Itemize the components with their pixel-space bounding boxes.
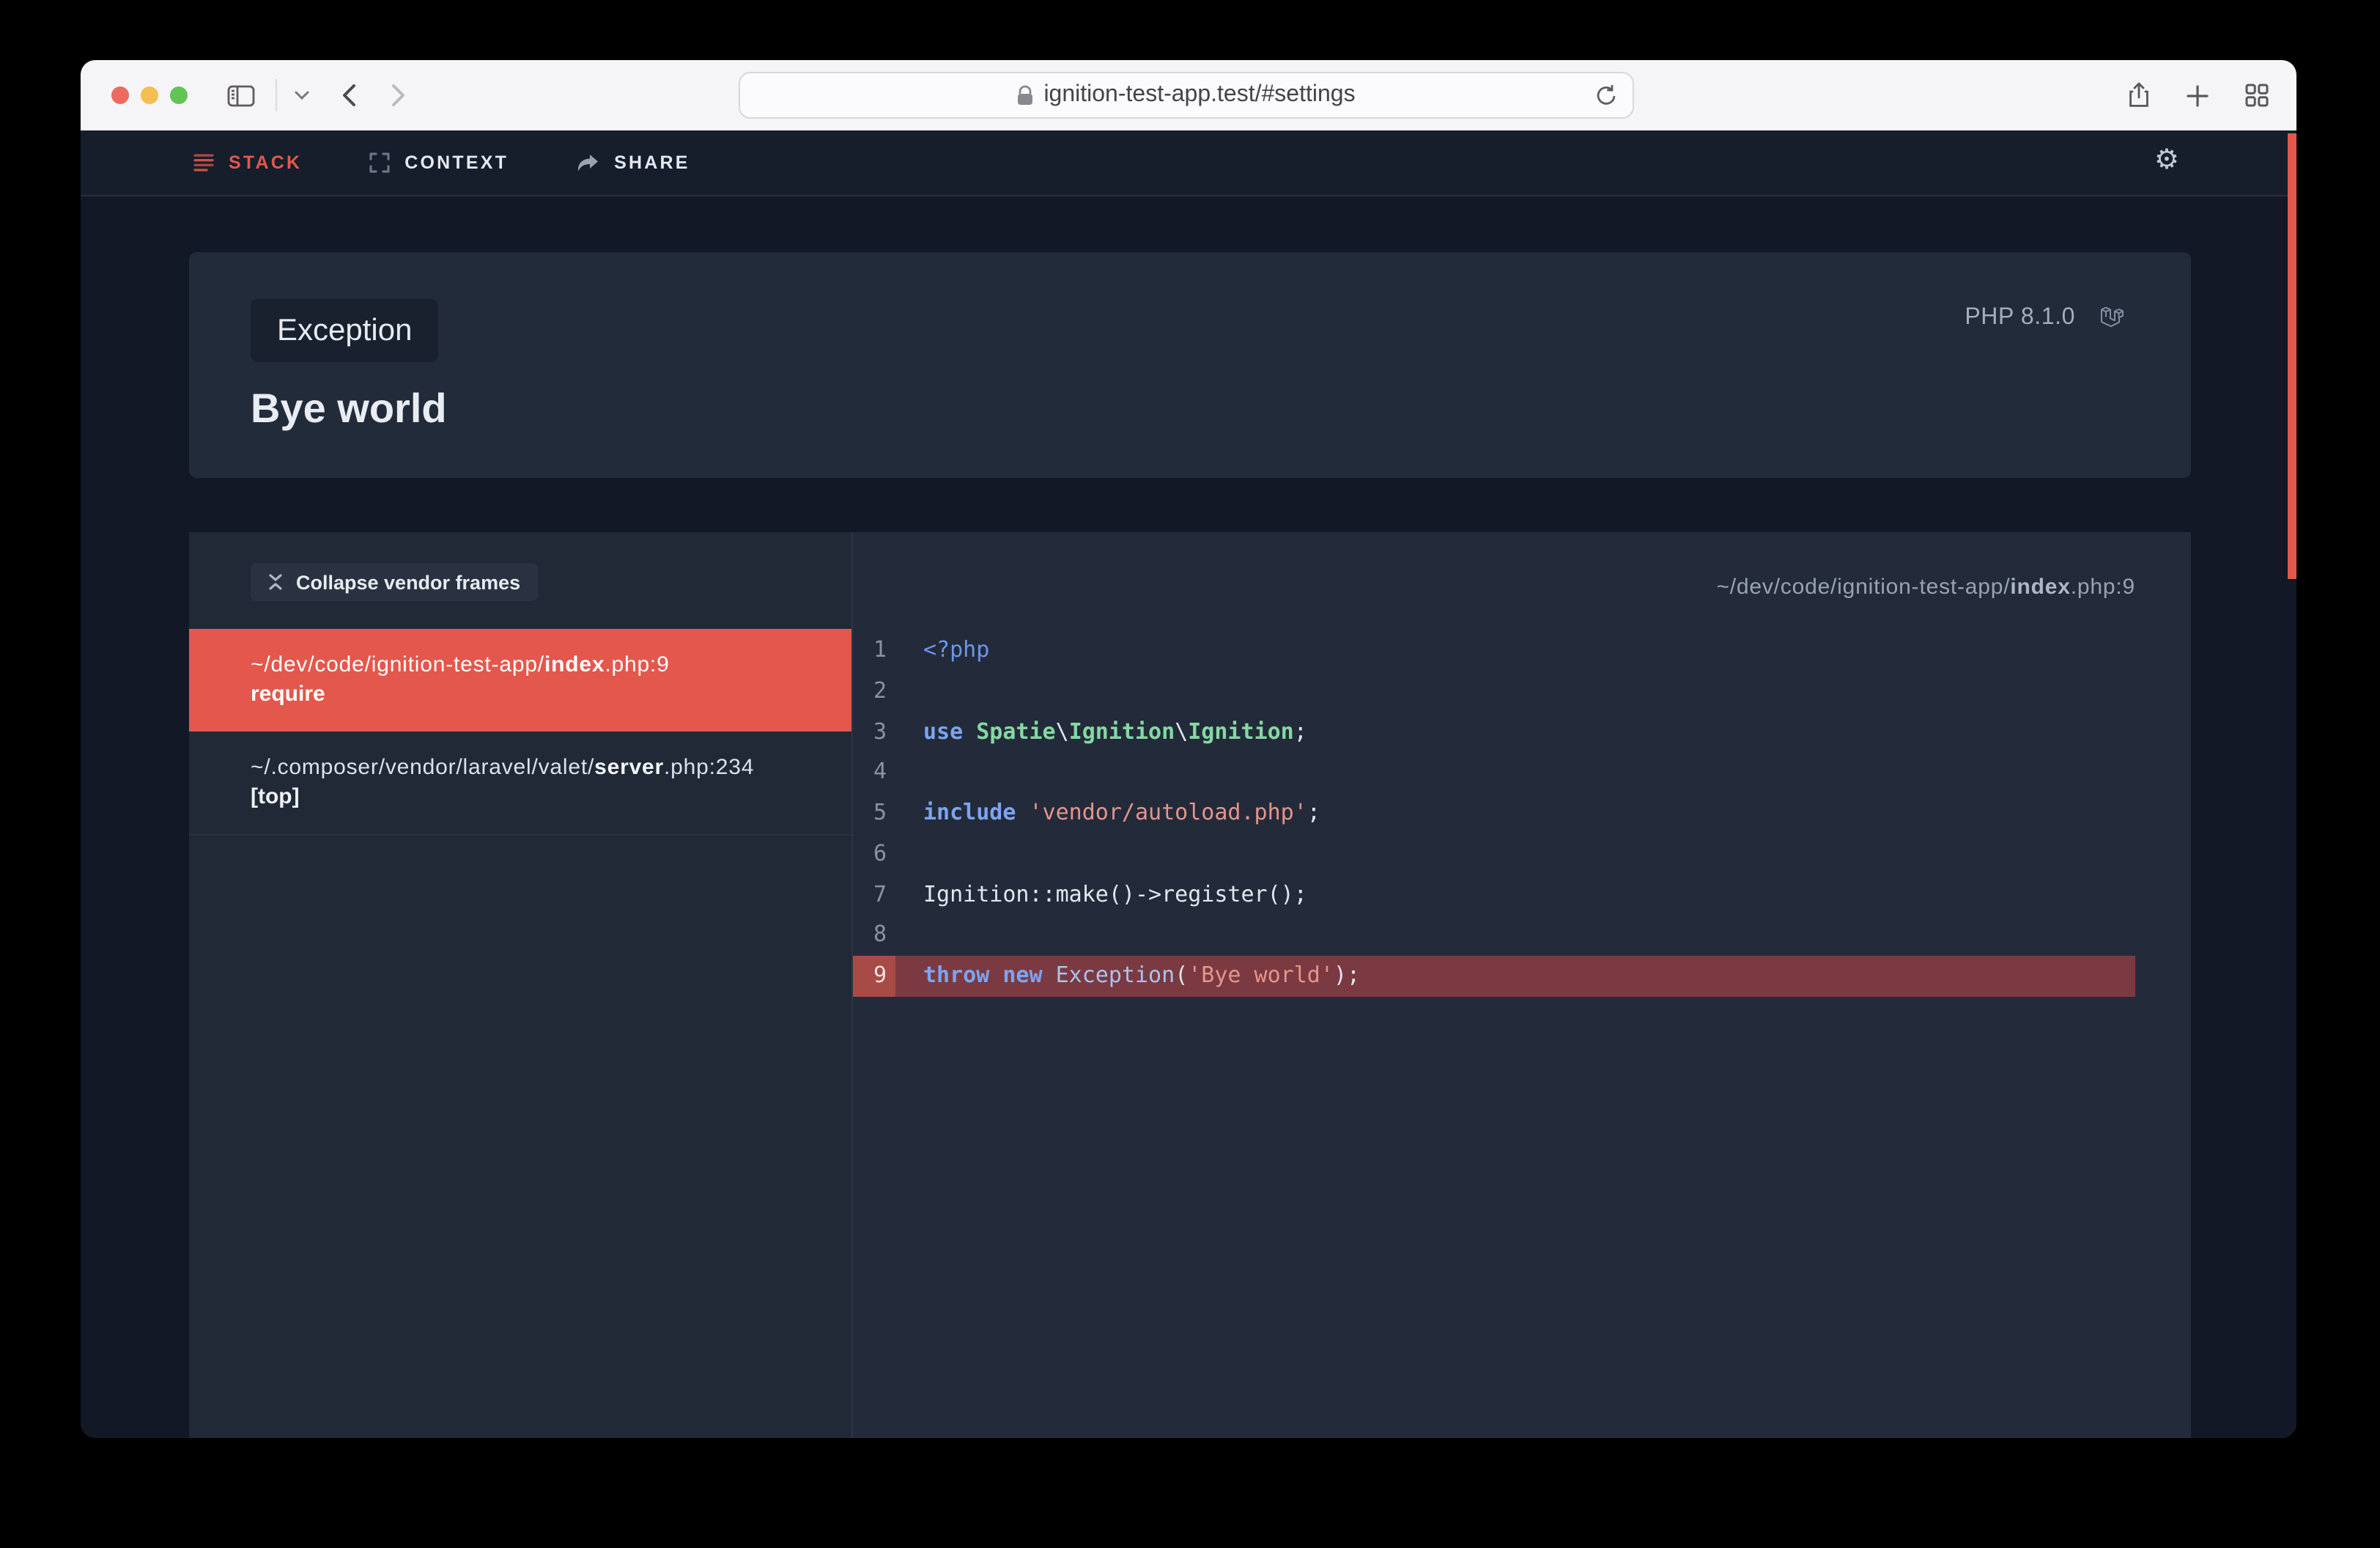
- screenshot-stage: ignition-test-app.test/#settings: [0, 0, 2380, 1548]
- tab-overview-icon: [2245, 84, 2269, 107]
- code-line-8: 8: [853, 915, 2135, 957]
- line-number: 1: [853, 630, 895, 671]
- collapse-vendor-frames-button[interactable]: Collapse vendor frames: [251, 563, 538, 601]
- toolbar-separator: [276, 79, 277, 111]
- line-number: 9: [853, 956, 895, 997]
- frame-path: ~/.composer/vendor/laravel/valet/server.…: [251, 753, 816, 783]
- tab-context[interactable]: CONTEXT: [369, 152, 509, 173]
- line-number: 2: [853, 671, 895, 712]
- laravel-icon: [2100, 306, 2124, 331]
- stack-icon: [193, 154, 214, 172]
- url-text: ignition-test-app.test/#settings: [1043, 82, 1355, 108]
- stack-frame-selected[interactable]: ~/dev/code/ignition-test-app/index.php:9…: [189, 629, 851, 731]
- stack-frame[interactable]: ~/.composer/vendor/laravel/valet/server.…: [189, 731, 851, 836]
- share-arrow-icon: [576, 153, 599, 172]
- code-text: use Spatie\Ignition\Ignition;: [895, 712, 1307, 753]
- scrollbar-thumb[interactable]: [2288, 133, 2296, 579]
- code-text: [895, 671, 923, 712]
- php-version-label: PHP 8.1.0: [1965, 305, 2075, 331]
- sidebar-toggle-button[interactable]: [221, 78, 261, 112]
- debug-panels: Collapse vendor frames ~/dev/code/igniti…: [189, 532, 2191, 1438]
- code-line-4: 4: [853, 753, 2135, 794]
- exception-card: Exception Bye world PHP 8.1.0: [189, 252, 2191, 478]
- collapse-button-label: Collapse vendor frames: [296, 571, 520, 593]
- lock-icon: [1017, 85, 1033, 106]
- code-text: throw new Exception('Bye world');: [895, 956, 1360, 997]
- stack-frames-panel: Collapse vendor frames ~/dev/code/igniti…: [189, 532, 853, 1438]
- tab-stack[interactable]: STACK: [193, 152, 302, 173]
- frame-path: ~/dev/code/ignition-test-app/index.php:9: [251, 651, 816, 680]
- traffic-lights: [111, 86, 188, 104]
- gear-icon[interactable]: ⚙: [2154, 147, 2179, 174]
- code-lines: 1<?php23use Spatie\Ignition\Ignition;45i…: [853, 630, 2135, 997]
- code-text: include 'vendor/autoload.php';: [895, 793, 1320, 834]
- code-line-2: 2: [853, 671, 2135, 712]
- tab-context-label: CONTEXT: [404, 152, 509, 173]
- code-text: [895, 753, 923, 794]
- minimize-button[interactable]: [141, 86, 158, 104]
- code-file-path: ~/dev/code/ignition-test-app/index.php:9: [1716, 575, 2135, 600]
- code-snippet-panel: ~/dev/code/ignition-test-app/index.php:9…: [853, 532, 2191, 1438]
- exception-class-badge: Exception: [251, 299, 438, 362]
- sidebar-menu-button[interactable]: [289, 85, 315, 106]
- code-line-9: 9throw new Exception('Bye world');: [853, 956, 2135, 997]
- browser-toolbar: ignition-test-app.test/#settings: [81, 60, 2296, 130]
- safari-window: ignition-test-app.test/#settings: [81, 60, 2296, 1438]
- exception-message: Bye world: [251, 386, 2124, 432]
- line-number: 8: [853, 915, 895, 957]
- code-line-5: 5include 'vendor/autoload.php';: [853, 793, 2135, 834]
- line-number: 3: [853, 712, 895, 753]
- share-icon: [2128, 82, 2150, 108]
- code-line-3: 3use Spatie\Ignition\Ignition;: [853, 712, 2135, 753]
- code-line-1: 1<?php: [853, 630, 2135, 671]
- tab-overview-button[interactable]: [2239, 78, 2274, 113]
- frame-method: [top]: [251, 783, 816, 812]
- line-number: 4: [853, 753, 895, 794]
- code-text: [895, 834, 923, 875]
- code-line-6: 6: [853, 834, 2135, 875]
- back-button[interactable]: [336, 78, 362, 113]
- ignition-navbar: STACK CONTEXT SHARE ⚙: [81, 130, 2296, 196]
- reload-icon: [1596, 84, 1616, 107]
- address-bar[interactable]: ignition-test-app.test/#settings: [739, 72, 1634, 119]
- forward-button[interactable]: [385, 78, 412, 113]
- line-number: 7: [853, 874, 895, 915]
- tab-stack-label: STACK: [229, 152, 302, 173]
- back-icon: [341, 84, 356, 107]
- ignition-page: Exception Bye world PHP 8.1.0: [81, 196, 2296, 1438]
- chevron-down-icon: [295, 91, 309, 100]
- collapse-icon: [268, 573, 283, 591]
- new-tab-icon: [2187, 84, 2209, 106]
- code-text: Ignition::make()->register();: [895, 874, 1307, 915]
- code-text: <?php: [895, 630, 989, 671]
- context-icon: [369, 152, 390, 173]
- zoom-button[interactable]: [170, 86, 188, 104]
- line-number: 6: [853, 834, 895, 875]
- frame-method: require: [251, 680, 816, 710]
- reload-button[interactable]: [1593, 81, 1619, 110]
- new-tab-button[interactable]: [2181, 78, 2214, 112]
- close-button[interactable]: [111, 86, 129, 104]
- code-text: [895, 915, 923, 957]
- line-number: 5: [853, 793, 895, 834]
- code-line-7: 7Ignition::make()->register();: [853, 874, 2135, 915]
- forward-icon: [391, 84, 406, 107]
- share-button[interactable]: [2122, 76, 2156, 114]
- sidebar-icon: [227, 84, 255, 106]
- tab-share-label: SHARE: [614, 152, 690, 173]
- tab-share[interactable]: SHARE: [576, 152, 690, 173]
